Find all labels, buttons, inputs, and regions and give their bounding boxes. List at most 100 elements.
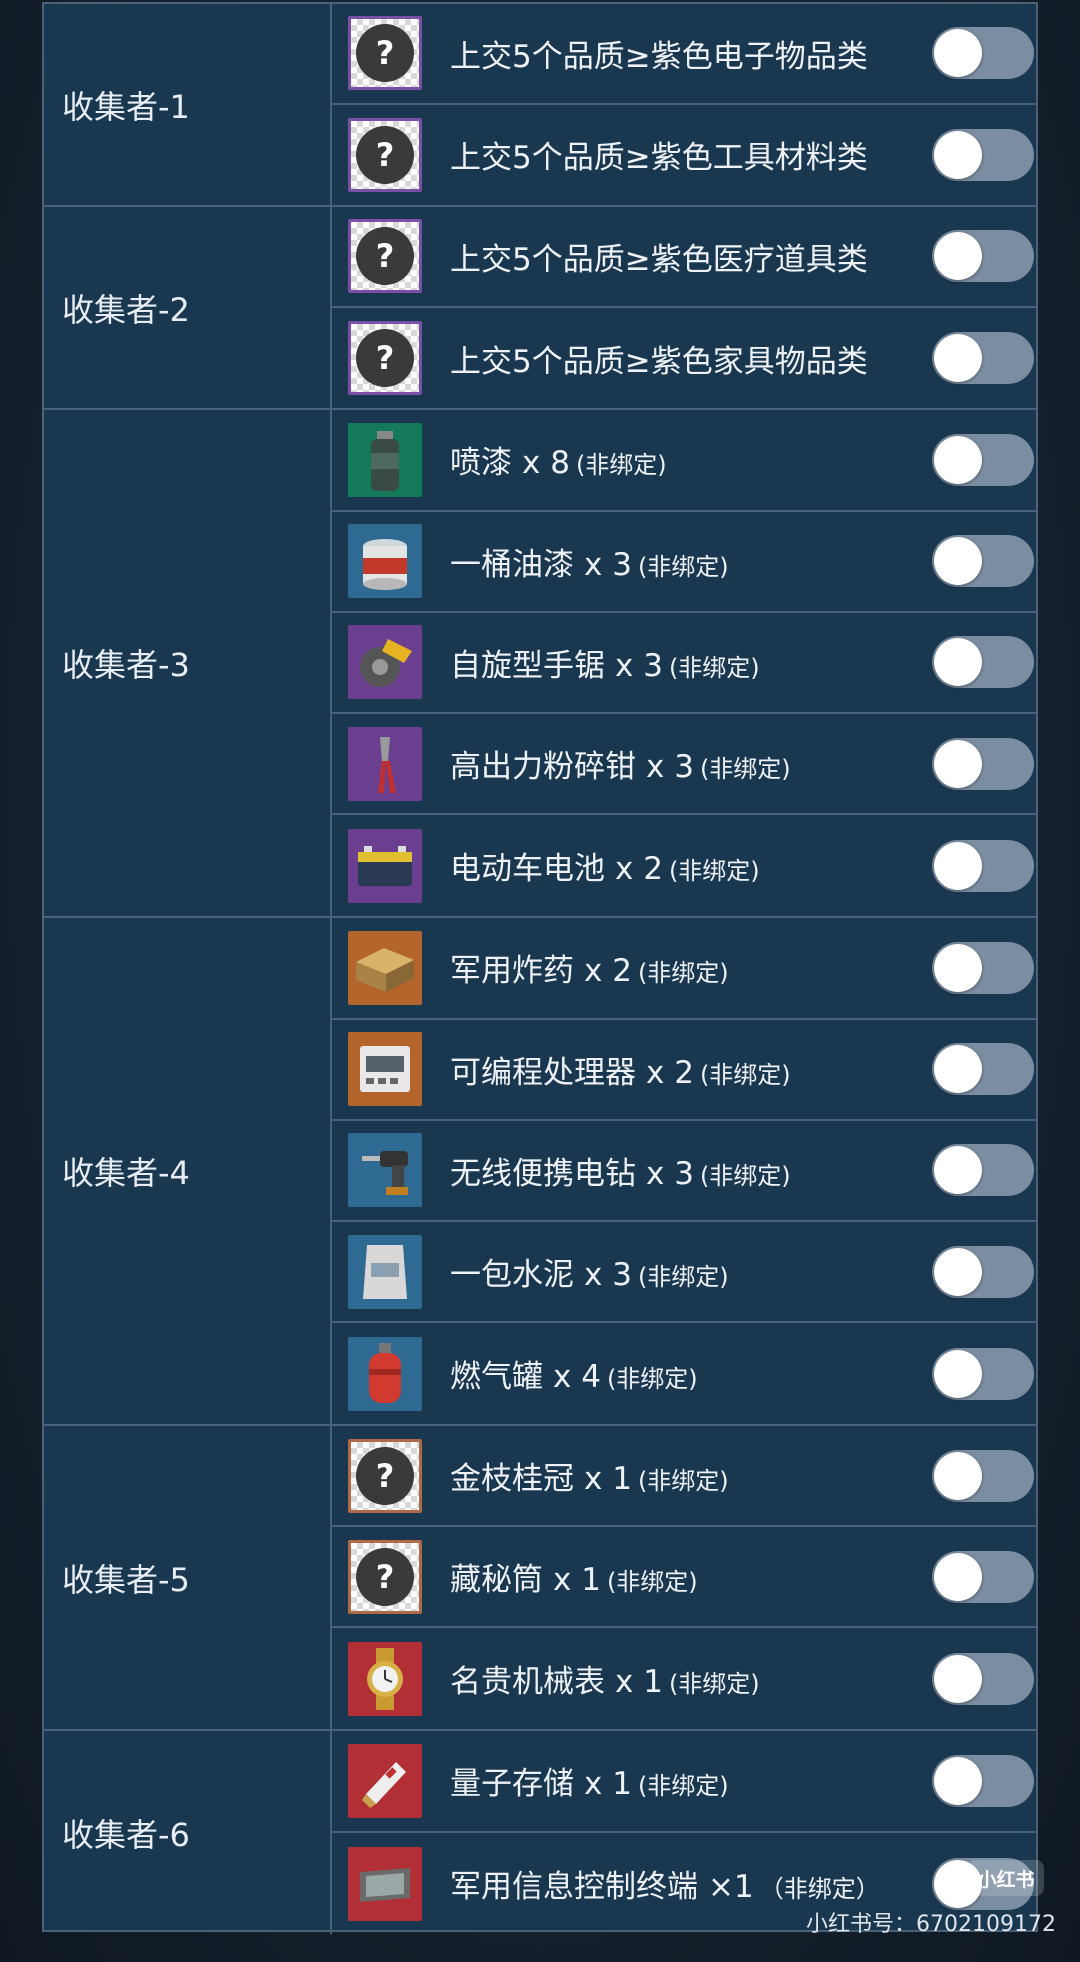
question-mark-icon: ? bbox=[348, 117, 422, 192]
completion-toggle[interactable] bbox=[932, 1652, 1034, 1705]
item-name: 藏秘筒 bbox=[450, 1562, 543, 1599]
collector-group-5: 收集者-5? 金枝桂冠 x 1 (非绑定)? 藏秘筒 x 1 (非绑定) 名贵机械表 x 1 (非… bbox=[44, 1426, 1036, 1732]
item-name: 名贵机械表 bbox=[450, 1664, 605, 1701]
paint-bucket-icon bbox=[348, 524, 422, 599]
toggle-knob bbox=[934, 1146, 982, 1195]
collector-label: 收集者-4 bbox=[44, 918, 332, 1425]
completion-toggle[interactable] bbox=[932, 1754, 1034, 1807]
completion-toggle[interactable] bbox=[932, 433, 1034, 486]
completion-toggle[interactable] bbox=[932, 27, 1034, 80]
collector-group-4: 收集者-4 军用炸药 x 2 (非绑定) 可编程处理器 x 2 (非绑定) 无线便携电钻 x 3… bbox=[44, 918, 1036, 1427]
toggle-knob bbox=[934, 1654, 982, 1703]
item-quantity: ×1 bbox=[708, 1869, 754, 1906]
item-quantity: x 1 bbox=[553, 1562, 601, 1599]
cement-bag-icon bbox=[348, 1234, 422, 1309]
collector-label: 收集者-5 bbox=[44, 1426, 332, 1730]
item-text: 无线便携电钻 x 3 (非绑定) bbox=[450, 1148, 926, 1193]
item-binding-tag: (非绑定) bbox=[668, 653, 760, 682]
item-quantity: x 2 bbox=[584, 953, 632, 990]
item-quantity: x 2 bbox=[646, 1054, 694, 1091]
item-name: 喷漆 bbox=[450, 445, 512, 482]
item-name: 无线便携电钻 bbox=[450, 1155, 636, 1192]
item-name: 金枝桂冠 bbox=[450, 1461, 574, 1498]
completion-toggle[interactable] bbox=[932, 737, 1034, 790]
drill-icon bbox=[348, 1133, 422, 1208]
completion-toggle[interactable] bbox=[932, 1449, 1034, 1502]
item-name: 上交5个品质≥紫色医疗道具类 bbox=[450, 241, 868, 278]
item-quantity: x 4 bbox=[553, 1359, 601, 1396]
toggle-knob bbox=[934, 943, 982, 992]
item-text: 名贵机械表 x 1 (非绑定) bbox=[450, 1656, 926, 1701]
item-binding-tag: (非绑定) bbox=[637, 552, 729, 581]
item-binding-tag: (非绑定) bbox=[606, 1568, 698, 1597]
item-name: 军用炸药 bbox=[450, 953, 574, 990]
completion-toggle[interactable] bbox=[932, 128, 1034, 181]
item-text: 军用炸药 x 2 (非绑定) bbox=[450, 945, 926, 990]
completion-toggle[interactable] bbox=[932, 230, 1034, 283]
completion-toggle[interactable] bbox=[932, 1144, 1034, 1197]
item-quantity: x 2 bbox=[615, 851, 663, 888]
collector-label: 收集者-6 bbox=[44, 1731, 332, 1935]
watch-icon bbox=[348, 1641, 422, 1716]
collector-group-1: 收集者-1? 上交5个品质≥紫色电子物品类? 上交5个品质≥紫色工具材料类 bbox=[44, 4, 1036, 208]
item-text: 自旋型手锯 x 3 (非绑定) bbox=[450, 640, 926, 685]
item-row: ? 上交5个品质≥紫色医疗道具类 bbox=[332, 207, 1036, 308]
item-text: 军用信息控制终端 ×1 （非绑定） bbox=[450, 1861, 926, 1906]
item-text: 上交5个品质≥紫色医疗道具类 bbox=[450, 234, 926, 279]
item-text: 电动车电池 x 2 (非绑定) bbox=[450, 843, 926, 888]
item-quantity: x 8 bbox=[522, 445, 570, 482]
collector-label: 收集者-1 bbox=[44, 4, 332, 206]
question-mark-icon: ? bbox=[348, 1438, 422, 1513]
toggle-knob bbox=[934, 1349, 982, 1398]
item-name: 可编程处理器 bbox=[450, 1054, 636, 1091]
toggle-knob bbox=[934, 739, 982, 788]
item-row: 喷漆 x 8 (非绑定) bbox=[332, 410, 1036, 512]
completion-toggle[interactable] bbox=[932, 1043, 1034, 1096]
watermark-user-id: 小红书号：6702109172 bbox=[806, 1912, 1056, 1937]
item-binding-tag: (非绑定) bbox=[699, 1161, 791, 1190]
item-binding-tag: (非绑定) bbox=[699, 1060, 791, 1089]
explosives-crate-icon bbox=[348, 930, 422, 1005]
collector-label: 收集者-3 bbox=[44, 410, 332, 917]
completion-toggle[interactable] bbox=[932, 636, 1034, 689]
question-mark-icon: ? bbox=[348, 1539, 422, 1614]
item-row: 电动车电池 x 2 (非绑定) bbox=[332, 815, 1036, 916]
item-binding-tag: (非绑定) bbox=[668, 857, 760, 886]
item-name: 高出力粉碎钳 bbox=[450, 749, 636, 786]
completion-toggle[interactable] bbox=[932, 941, 1034, 994]
item-binding-tag: (非绑定) bbox=[637, 1772, 729, 1801]
item-name: 上交5个品质≥紫色电子物品类 bbox=[450, 38, 868, 75]
item-text: 上交5个品质≥紫色家具物品类 bbox=[450, 336, 926, 381]
item-name: 上交5个品质≥紫色家具物品类 bbox=[450, 343, 868, 380]
completion-toggle[interactable] bbox=[932, 1245, 1034, 1298]
completion-toggle[interactable] bbox=[932, 839, 1034, 892]
item-row: 自旋型手锯 x 3 (非绑定) bbox=[332, 613, 1036, 714]
item-text: 一桶油漆 x 3 (非绑定) bbox=[450, 539, 926, 584]
item-binding-tag: （非绑定） bbox=[759, 1875, 880, 1904]
item-text: 喷漆 x 8 (非绑定) bbox=[450, 437, 926, 482]
collector-label: 收集者-2 bbox=[44, 207, 332, 409]
item-row: 军用炸药 x 2 (非绑定) bbox=[332, 918, 1036, 1020]
item-binding-tag: (非绑定) bbox=[606, 1365, 698, 1394]
toggle-knob bbox=[934, 638, 982, 687]
item-binding-tag: (非绑定) bbox=[637, 1263, 729, 1292]
question-mark-glyph: ? bbox=[356, 1446, 414, 1505]
item-row: ? 藏秘筒 x 1 (非绑定) bbox=[332, 1527, 1036, 1629]
xiaohongshu-logo: 小红书 bbox=[968, 1860, 1044, 1896]
question-mark-icon: ? bbox=[348, 16, 422, 91]
question-mark-glyph: ? bbox=[356, 125, 414, 184]
item-binding-tag: (非绑定) bbox=[637, 959, 729, 988]
toggle-knob bbox=[934, 841, 982, 890]
spray-paint-icon bbox=[348, 422, 422, 497]
toggle-knob bbox=[934, 1552, 982, 1601]
completion-toggle[interactable] bbox=[932, 535, 1034, 588]
item-row: 高出力粉碎钳 x 3 (非绑定) bbox=[332, 714, 1036, 816]
item-row: 一桶油漆 x 3 (非绑定) bbox=[332, 512, 1036, 613]
completion-toggle[interactable] bbox=[932, 1347, 1034, 1400]
item-row: 一包水泥 x 3 (非绑定) bbox=[332, 1222, 1036, 1324]
item-row: ? 上交5个品质≥紫色家具物品类 bbox=[332, 308, 1036, 409]
toggle-knob bbox=[934, 435, 982, 484]
completion-toggle[interactable] bbox=[932, 1550, 1034, 1603]
quantum-storage-icon bbox=[348, 1743, 422, 1818]
completion-toggle[interactable] bbox=[932, 332, 1034, 385]
